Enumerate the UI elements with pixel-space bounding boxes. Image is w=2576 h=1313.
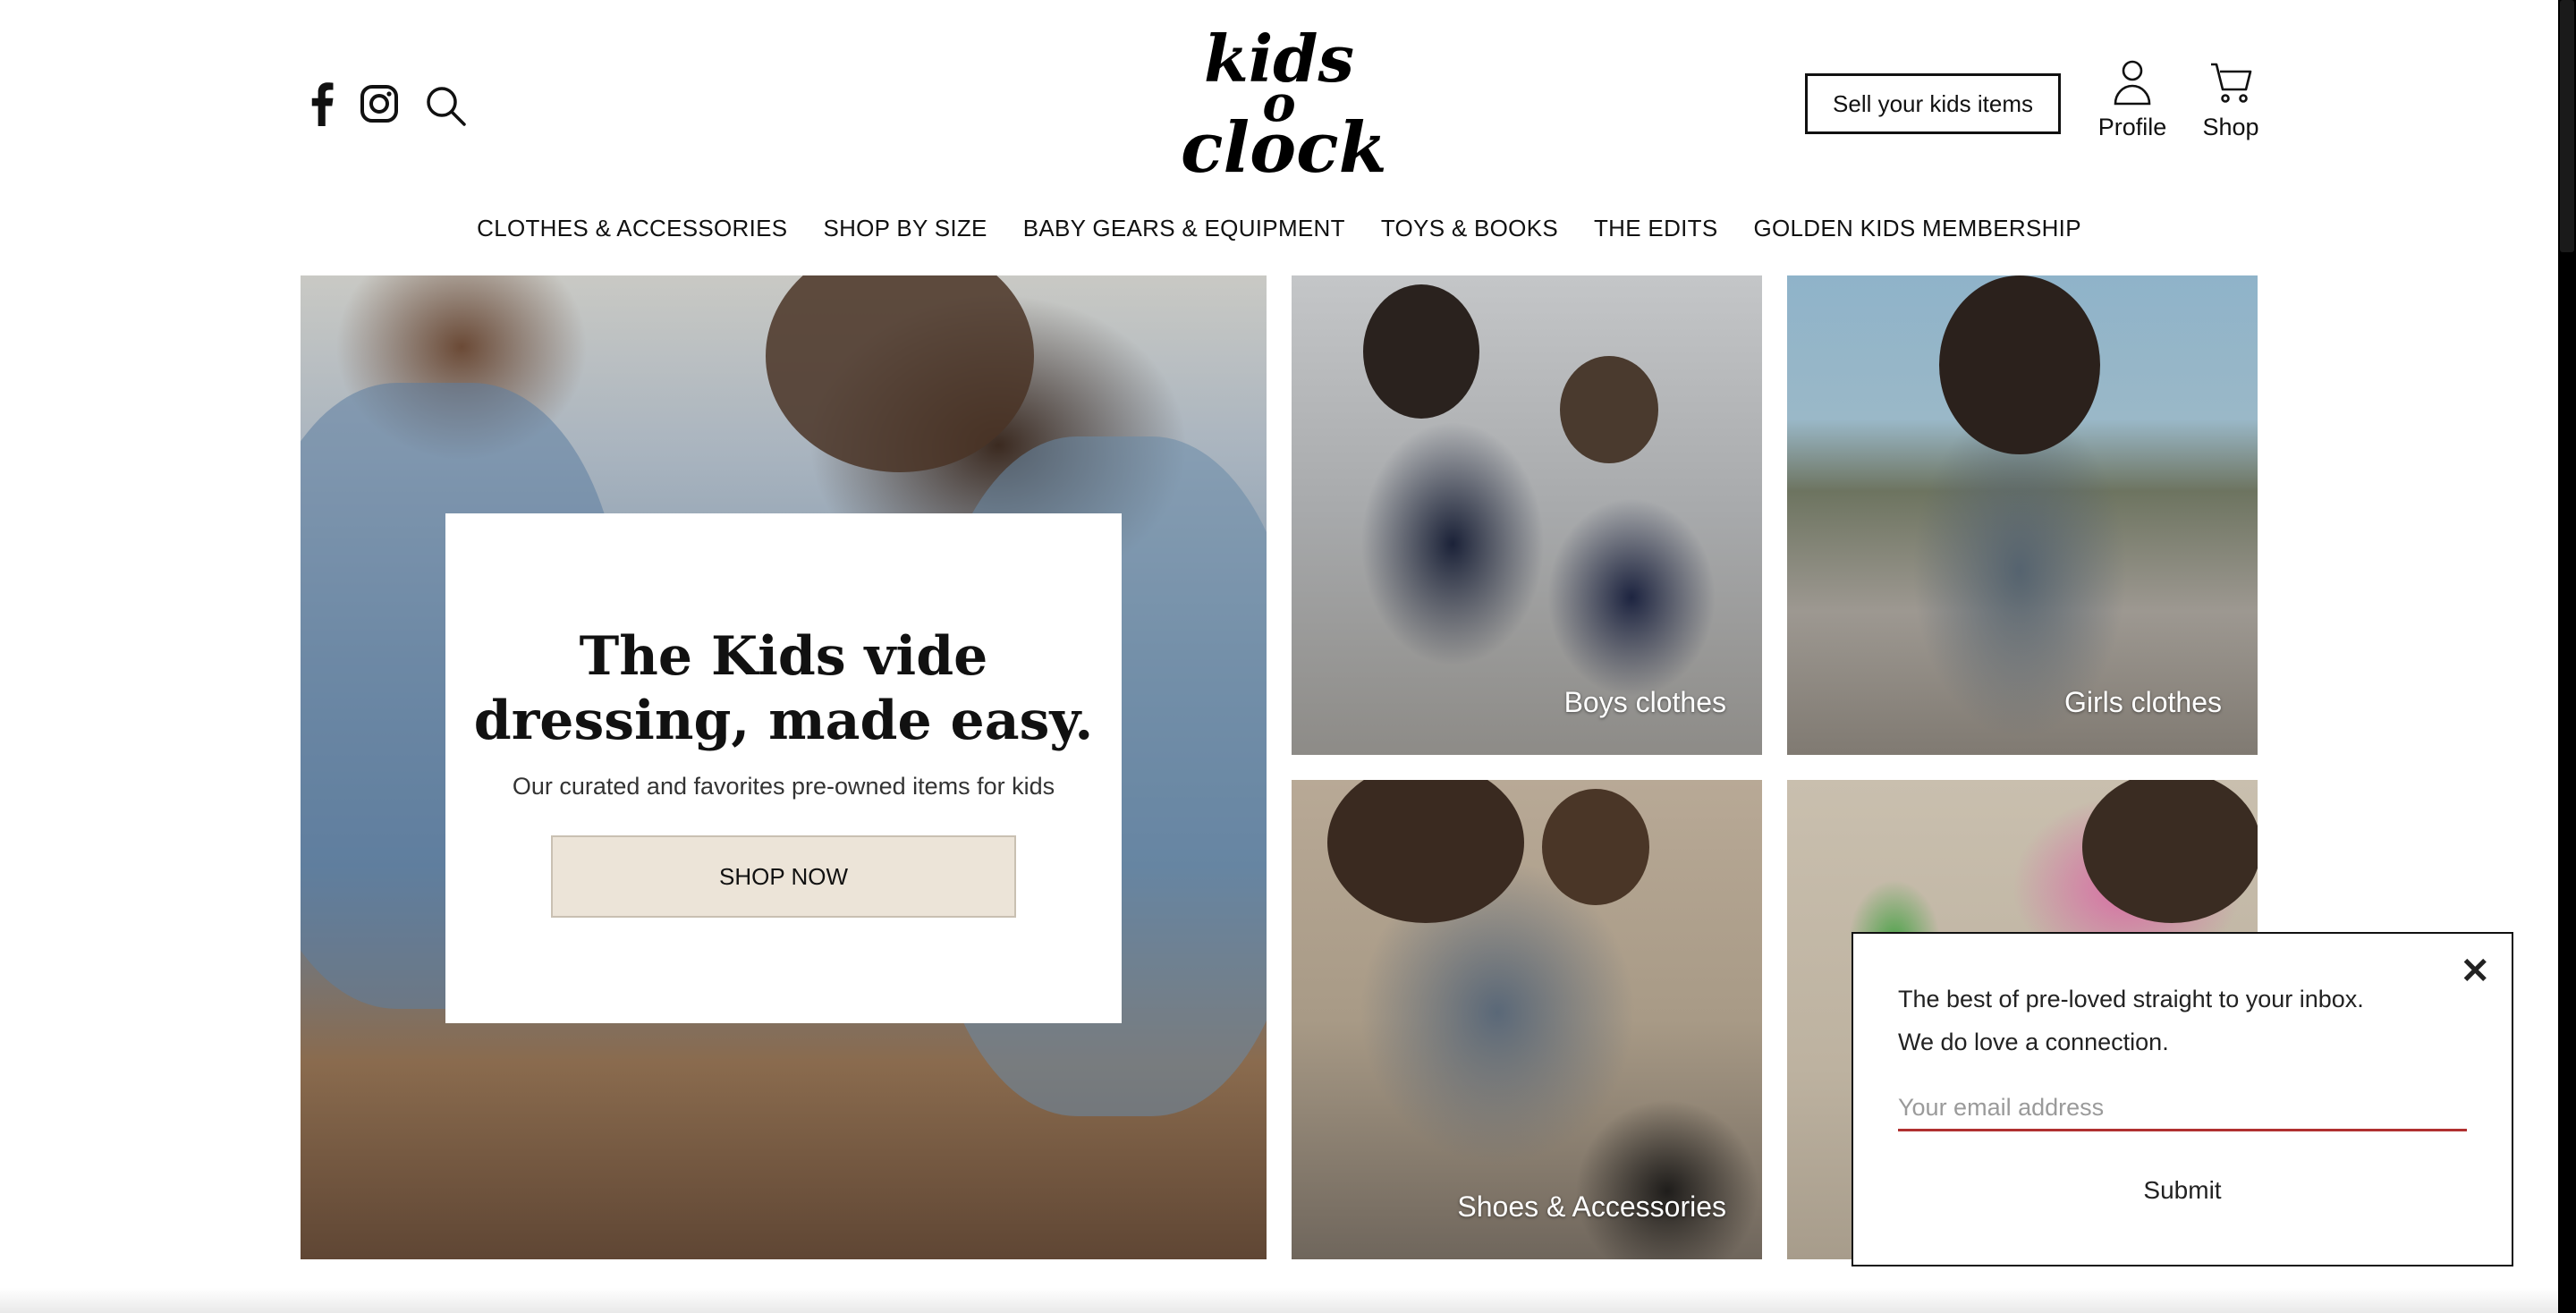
profile-label: Profile xyxy=(2097,114,2167,140)
photo-head-shape xyxy=(1939,275,2100,454)
email-field[interactable] xyxy=(1898,1086,2467,1131)
photo-head-shape-2 xyxy=(1542,789,1649,905)
profile-link[interactable]: Profile xyxy=(2089,59,2175,148)
newsletter-popup: ✕ The best of pre-loved straight to your… xyxy=(1852,932,2513,1266)
facebook-icon[interactable] xyxy=(301,77,343,131)
user-icon xyxy=(2114,60,2151,106)
photo-head-shape-2 xyxy=(1560,356,1658,463)
search-icon[interactable] xyxy=(422,82,469,129)
instagram-icon[interactable] xyxy=(358,82,401,125)
hero-card: The Kids vide dressing, made easy. Our c… xyxy=(445,513,1122,1023)
tile-label-boys: Boys clothes xyxy=(1563,686,1726,718)
page-scrollbar-thumb[interactable] xyxy=(2560,0,2574,252)
close-icon[interactable]: ✕ xyxy=(2460,953,2490,989)
photo-head-shape xyxy=(2082,780,2258,923)
tile-boys-clothes[interactable]: Boys clothes xyxy=(1292,275,1762,755)
sell-items-button[interactable]: Sell your kids items xyxy=(1805,73,2061,134)
nav-the-edits[interactable]: THE EDITS xyxy=(1594,215,1718,250)
hero-title-line-2: dressing, made easy. xyxy=(473,690,1094,752)
submit-button[interactable]: Submit xyxy=(1898,1168,2467,1213)
page-bottom-fade xyxy=(0,1288,2558,1313)
photo-head-shape xyxy=(1327,780,1524,923)
logo-line-3: clock xyxy=(1181,107,1387,190)
nav-baby-gears-equipment[interactable]: BABY GEARS & EQUIPMENT xyxy=(1023,215,1345,250)
main-navigation: CLOTHES & ACCESSORIES SHOP BY SIZE BABY … xyxy=(301,215,2258,250)
nav-shop-by-size[interactable]: SHOP BY SIZE xyxy=(823,215,987,250)
newsletter-text-line-1: The best of pre-loved straight to your i… xyxy=(1898,986,2364,1012)
tile-shoes-accessories[interactable]: Shoes & Accessories xyxy=(1292,780,1762,1259)
shop-label: Shop xyxy=(2202,114,2259,140)
nav-toys-books[interactable]: TOYS & BOOKS xyxy=(1381,215,1558,250)
cart-icon xyxy=(2211,63,2252,103)
tile-girls-clothes[interactable]: Girls clothes xyxy=(1787,275,2258,755)
nav-clothes-accessories[interactable]: CLOTHES & ACCESSORIES xyxy=(477,215,787,250)
nav-golden-kids-membership[interactable]: GOLDEN KIDS MEMBERSHIP xyxy=(1754,215,2081,250)
hero-subtitle: Our curated and favorites pre-owned item… xyxy=(512,773,1055,800)
newsletter-text-line-2: We do love a connection. xyxy=(1898,1029,2169,1055)
hero-title: The Kids vide dressing, made easy. xyxy=(445,624,1122,753)
tile-label-shoes: Shoes & Accessories xyxy=(1457,1190,1726,1223)
shop-cart-link[interactable]: Shop xyxy=(2191,59,2270,148)
site-logo[interactable]: kids o clock xyxy=(1181,27,1387,190)
hero-title-line-1: The Kids vide xyxy=(579,625,988,688)
tile-label-girls: Girls clothes xyxy=(2063,686,2222,718)
shop-now-button[interactable]: SHOP NOW xyxy=(551,835,1016,918)
hero-photo-hair-shape xyxy=(766,275,1034,472)
photo-head-shape xyxy=(1363,284,1479,419)
